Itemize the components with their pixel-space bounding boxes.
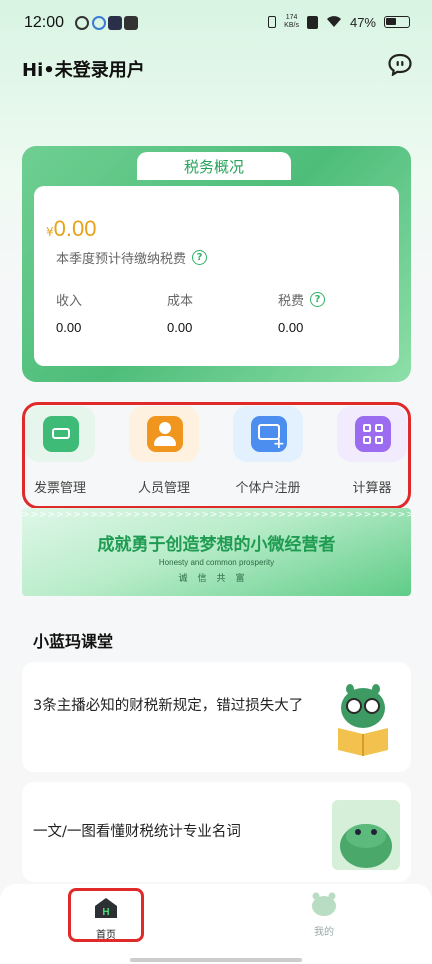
- app-notification-icon: [92, 16, 106, 30]
- stat-income: 收入 0.00: [56, 290, 83, 336]
- action-invoice[interactable]: 发票管理: [14, 406, 106, 496]
- wifi-icon: [326, 16, 341, 27]
- mail-icon: [124, 16, 138, 30]
- mascot-thumbnail-icon: [332, 800, 400, 870]
- stat-income-value: 0.00: [56, 320, 82, 335]
- bottom-nav: [0, 884, 432, 964]
- promo-banner[interactable]: >>>>>>>>>>>>>>>>>>>>>>>>>>>>>>>>>>>>>>>>…: [22, 508, 411, 596]
- quarter-tax-label: 本季度预计待缴纳税费 ?: [56, 248, 208, 267]
- currency-symbol: ¥: [46, 225, 54, 239]
- banner-motto: 诚信共富: [178, 574, 255, 584]
- play-store-icon: [108, 16, 122, 30]
- mascot-reading-icon: [338, 684, 388, 756]
- home-icon: H: [95, 898, 117, 918]
- action-invoice-label: 发票管理: [33, 481, 86, 496]
- action-tile: [129, 406, 199, 462]
- tax-amount: 0.00: [53, 216, 97, 241]
- status-right: 174 KB/s 47%: [268, 14, 410, 30]
- article-card[interactable]: 3条主播必知的财税新规定，错过损失大了: [22, 662, 411, 772]
- section-title: 小蓝玛课堂: [33, 632, 114, 651]
- status-time: 12:00: [24, 14, 65, 31]
- banner-subtitle: Honesty and common prosperity: [158, 558, 275, 567]
- stat-income-label: 收入: [56, 293, 83, 309]
- nav-mine[interactable]: 我的: [300, 892, 348, 938]
- tax-overview-panel: ¥0.00 本季度预计待缴纳税费 ? 收入 0.00 成本 0.00 税费 ? …: [34, 186, 399, 366]
- nav-home-label: 首页: [96, 930, 116, 941]
- stat-cost-value: 0.00: [167, 320, 193, 335]
- mine-icon: [312, 892, 336, 916]
- action-staff[interactable]: 人员管理: [118, 406, 210, 496]
- battery-text: 47%: [349, 14, 376, 30]
- nav-mine-label: 我的: [314, 927, 334, 938]
- action-register[interactable]: + 个体户注册: [222, 406, 314, 496]
- stat-tax-label: 税费: [278, 293, 305, 309]
- tax-overview-tab: 税务概况: [137, 152, 291, 180]
- article-title: 3条主播必知的财税新规定，错过损失大了: [33, 698, 304, 714]
- net-speed-value: 174: [285, 14, 298, 21]
- notification-icon: [75, 16, 89, 30]
- quarter-tax-text: 本季度预计待缴纳税费: [56, 252, 187, 267]
- amount-row: ¥0.00: [46, 216, 96, 242]
- stat-tax-value: 0.00: [278, 320, 304, 335]
- help-icon[interactable]: ?: [192, 250, 208, 265]
- status-bar: 12:00 174 KB/s 47%: [0, 0, 432, 50]
- vibrate-icon: [268, 16, 277, 28]
- action-tile: +: [233, 406, 303, 462]
- banner-title: 成就勇于创造梦想的小微经营者: [97, 535, 336, 555]
- article-title: 一文/一图看懂财税统计专业名词: [33, 824, 241, 840]
- action-tile: [337, 406, 407, 462]
- register-icon: +: [251, 416, 287, 452]
- stat-cost: 成本 0.00: [167, 290, 194, 336]
- stat-cost-label: 成本: [167, 293, 194, 309]
- action-staff-label: 人员管理: [137, 481, 190, 496]
- person-icon: [147, 416, 183, 452]
- home-glyph: H: [102, 907, 109, 918]
- invoice-icon: [43, 416, 79, 452]
- action-register-label: 个体户注册: [235, 481, 301, 496]
- net-speed: 174 KB/s: [284, 14, 299, 30]
- calculator-icon: [355, 416, 391, 452]
- action-tile: [25, 406, 95, 462]
- action-calculator-label: 计算器: [352, 481, 392, 496]
- net-speed-unit: KB/s: [284, 22, 299, 29]
- help-icon[interactable]: ?: [310, 291, 326, 307]
- message-icon[interactable]: [388, 54, 412, 76]
- article-card[interactable]: 一文/一图看懂财税统计专业名词: [22, 782, 411, 882]
- action-calculator[interactable]: 计算器: [326, 406, 418, 496]
- banner-arrows: >>>>>>>>>>>>>>>>>>>>>>>>>>>>>>>>>>>>>>>>…: [22, 510, 411, 520]
- stat-tax: 税费 ? 0.00: [278, 290, 326, 335]
- greeting-title: Hi•未登录用户: [22, 60, 145, 81]
- nav-home[interactable]: H 首页: [68, 888, 144, 942]
- sim-icon: [306, 15, 318, 29]
- battery-icon: [384, 16, 410, 28]
- gesture-bar: [130, 958, 302, 962]
